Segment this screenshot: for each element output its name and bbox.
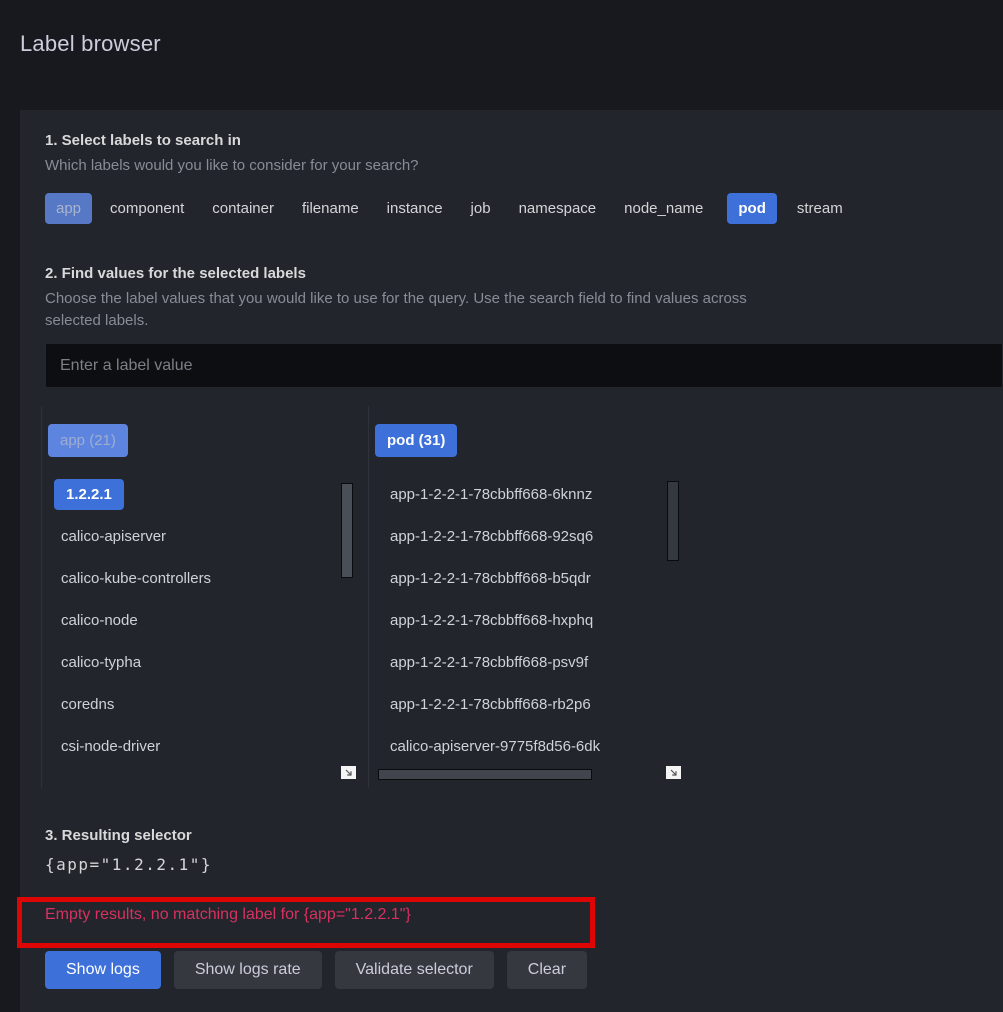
value-item[interactable]: calico-apiserver-9775f8d56-6dk	[375, 725, 680, 767]
section1-description: Which labels would you like to consider …	[45, 157, 419, 174]
label-chip-instance[interactable]: instance	[387, 200, 443, 217]
value-item[interactable]: coredns	[48, 683, 368, 725]
value-list-app: 1.2.2.1 calico-apiserver calico-kube-contr…	[48, 473, 368, 767]
value-item[interactable]: csi-node-driver	[48, 725, 368, 767]
show-logs-rate-button[interactable]: Show logs rate	[173, 951, 322, 989]
column-header-app[interactable]: app (21)	[48, 424, 128, 457]
value-item[interactable]: calico-kube-controllers	[48, 557, 368, 599]
label-browser-panel: 1. Select labels to search in Which labe…	[20, 110, 1003, 1012]
label-chips-row: app component container filename instance job…	[45, 191, 1003, 226]
label-chip-container[interactable]: container	[212, 200, 274, 217]
value-item[interactable]: app-1-2-2-1-78cbbff668-b5qdr	[375, 557, 680, 599]
section1-heading: 1. Select labels to search in	[45, 132, 241, 149]
value-item[interactable]: app-1-2-2-1-78cbbff668-psv9f	[375, 641, 680, 683]
resize-handle-icon[interactable]	[666, 766, 681, 779]
values-column-pod: pod (31) app-1-2-2-1-78cbbff668-6knnz app…	[368, 406, 681, 788]
label-chip-pod[interactable]: pod	[727, 193, 777, 224]
label-chip-stream[interactable]: stream	[797, 200, 843, 217]
label-chip-job[interactable]: job	[471, 200, 491, 217]
clear-button[interactable]: Clear	[506, 951, 588, 989]
value-list-pod: app-1-2-2-1-78cbbff668-6knnz app-1-2-2-1-…	[375, 473, 680, 767]
value-item[interactable]: calico-node	[48, 599, 368, 641]
value-item[interactable]: app-1-2-2-1-78cbbff668-92sq6	[375, 515, 680, 557]
value-item[interactable]: app-1-2-2-1-78cbbff668-hxphq	[375, 599, 680, 641]
vertical-scrollbar[interactable]	[341, 483, 353, 578]
value-item[interactable]: calico-apiserver	[48, 515, 368, 557]
show-logs-button[interactable]: Show logs	[45, 951, 161, 989]
empty-results-error-message: Empty results, no matching label for {ap…	[45, 906, 411, 923]
page-title: Label browser	[20, 31, 161, 56]
values-column-app: app (21) 1.2.2.1 calico-apiserver calico-k…	[41, 406, 368, 788]
label-value-search-input[interactable]	[45, 343, 1003, 388]
value-item[interactable]: calico-typha	[48, 641, 368, 683]
label-chip-node_name[interactable]: node_name	[624, 200, 703, 217]
label-chip-app[interactable]: app	[45, 193, 93, 224]
label-chip-component[interactable]: component	[110, 200, 184, 217]
label-chip-namespace[interactable]: namespace	[519, 200, 597, 217]
resize-handle-icon[interactable]	[341, 766, 356, 779]
value-item[interactable]: app-1-2-2-1-78cbbff668-rb2p6	[375, 683, 680, 725]
resulting-selector-value: {app="1.2.2.1"}	[45, 855, 212, 874]
section2-description: Choose the label values that you would l…	[45, 290, 747, 329]
vertical-scrollbar[interactable]	[667, 481, 679, 561]
action-buttons-row: Show logs Show logs rate Validate selector…	[45, 951, 1003, 989]
label-chip-filename[interactable]: filename	[302, 200, 359, 217]
section2-heading: 2. Find values for the selected labels	[45, 265, 306, 282]
section3-heading: 3. Resulting selector	[45, 827, 192, 844]
column-header-pod[interactable]: pod (31)	[375, 424, 458, 457]
value-item[interactable]: app-1-2-2-1-78cbbff668-6knnz	[375, 473, 680, 515]
validate-selector-button[interactable]: Validate selector	[334, 951, 494, 989]
horizontal-scrollbar[interactable]	[378, 769, 592, 780]
values-columns: app (21) 1.2.2.1 calico-apiserver calico-k…	[41, 406, 1003, 788]
selected-value-chip[interactable]: 1.2.2.1	[54, 478, 124, 510]
value-item[interactable]: 1.2.2.1	[48, 473, 368, 515]
